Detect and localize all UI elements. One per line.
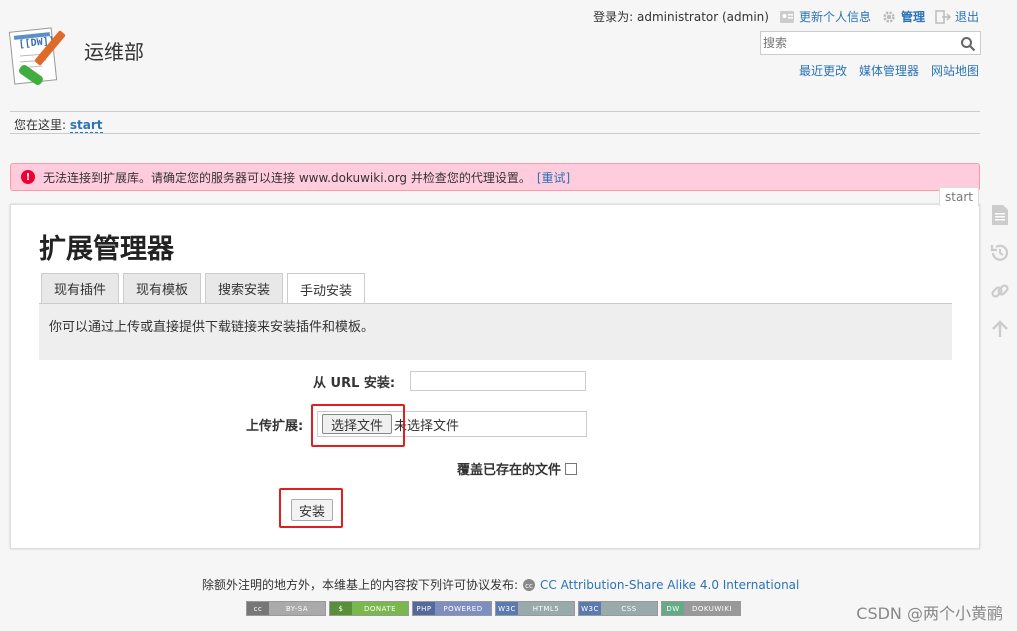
retry-link[interactable]: [重试] <box>537 169 570 186</box>
license-link[interactable]: CC Attribution-Share Alike 4.0 Internati… <box>540 578 799 592</box>
svg-text:cc: cc <box>525 582 533 590</box>
tab-description: 你可以通过上传或直接提供下载链接来安装插件和模板。 <box>39 303 952 360</box>
breadcrumb-start-link[interactable]: start <box>69 118 103 133</box>
gear-icon <box>883 10 895 23</box>
update-profile-text[interactable]: 更新个人信息 <box>799 8 871 25</box>
tab-manual-install[interactable]: 手动安装 <box>287 273 366 304</box>
breadcrumb-divider <box>10 133 980 134</box>
update-profile-link[interactable]: 更新个人信息 <box>779 8 871 25</box>
badge-css[interactable]: W3C CSS <box>578 601 658 616</box>
breadcrumb-label: 您在这里: <box>14 118 67 132</box>
history-icon <box>990 244 1009 261</box>
badge-dokuwiki[interactable]: DW DOKUWIKI <box>661 601 741 616</box>
overwrite-checkbox[interactable] <box>565 462 578 475</box>
csdn-watermark: CSDN @两个小黄鹂 <box>856 604 1003 623</box>
header-divider <box>10 111 980 112</box>
url-row: 从 URL 安装: <box>313 372 395 391</box>
dokuwiki-logo[interactable]: [[DW]] <box>8 22 76 90</box>
page-tool-top[interactable] <box>986 310 1014 348</box>
profile-card-icon <box>779 10 794 23</box>
media-manager-link[interactable]: 媒体管理器 <box>859 62 919 79</box>
breadcrumb: 您在这里: start <box>14 116 103 133</box>
alert-message: 无法连接到扩展库。请确定您的服务器可以连接 www.dokuwiki.org 并… <box>43 170 531 185</box>
error-icon: ! <box>21 170 35 184</box>
search-box[interactable] <box>760 31 981 55</box>
content-panel: start 扩展管理器 现有插件 现有模板 搜索安装 手动安装 你可以通过上传或… <box>10 187 980 549</box>
page-id-tag: start <box>939 187 979 206</box>
logged-in-label: 登录为: administrator (admin) <box>593 10 769 24</box>
tab-installed-templates[interactable]: 现有模板 <box>123 273 202 303</box>
badge-html5[interactable]: W3C HTML5 <box>495 601 575 616</box>
upload-label: 上传扩展: <box>246 419 304 434</box>
url-label: 从 URL 安装: <box>313 376 396 391</box>
footer-badges: cc BY-SA $ DONATE PHP POWERED W3C HTML5 W3C C… <box>246 601 741 616</box>
tab-installed-plugins[interactable]: 现有插件 <box>41 273 120 303</box>
cc-icon: cc <box>523 578 536 591</box>
admin-text[interactable]: 管理 <box>901 8 925 25</box>
badge-cc-by-sa[interactable]: cc BY-SA <box>246 601 326 616</box>
page-tool-backlinks[interactable] <box>986 272 1014 310</box>
page-tool-revisions[interactable] <box>986 234 1014 272</box>
overwrite-label: 覆盖已存在的文件 <box>457 463 562 478</box>
link-icon <box>991 284 1009 298</box>
admin-link[interactable]: 管理 <box>881 8 925 25</box>
highlight-install <box>279 488 343 528</box>
logout-link[interactable]: 退出 <box>935 8 979 25</box>
tab-search-install[interactable]: 搜索安装 <box>205 273 284 303</box>
user-tools: 登录为: administrator (admin) 更新个人信息 管理 退出 <box>593 8 979 25</box>
logout-icon <box>935 9 951 24</box>
arrow-up-icon <box>992 320 1008 337</box>
page-title: 扩展管理器 <box>39 234 174 265</box>
license-notice: 除额外注明的地方外，本维基上的内容按下列许可协议发布: cc CC Attrib… <box>202 576 799 593</box>
document-icon <box>992 205 1008 225</box>
page-tools <box>986 196 1014 348</box>
overwrite-row: 覆盖已存在的文件 <box>457 459 578 478</box>
upload-row: 上传扩展: <box>246 415 303 434</box>
license-text: 除额外注明的地方外，本维基上的内容按下列许可协议发布: <box>202 578 519 592</box>
search-icon[interactable] <box>960 36 976 52</box>
highlight-choose-file <box>311 404 405 447</box>
logout-text[interactable]: 退出 <box>955 8 979 25</box>
error-alert: ! 无法连接到扩展库。请确定您的服务器可以连接 www.dokuwiki.org… <box>10 163 980 191</box>
page-tool-show[interactable] <box>986 196 1014 234</box>
url-input[interactable] <box>410 371 586 391</box>
badge-donate[interactable]: $ DONATE <box>329 601 409 616</box>
site-tools: 最近更改 媒体管理器 网站地图 <box>799 62 979 79</box>
search-input[interactable] <box>763 34 953 52</box>
sitemap-link[interactable]: 网站地图 <box>931 62 979 79</box>
site-title[interactable]: 运维部 <box>84 36 144 65</box>
badge-php[interactable]: PHP POWERED <box>412 601 492 616</box>
extension-tabs: 现有插件 现有模板 搜索安装 手动安装 <box>41 273 366 304</box>
recent-changes-link[interactable]: 最近更改 <box>799 62 847 79</box>
